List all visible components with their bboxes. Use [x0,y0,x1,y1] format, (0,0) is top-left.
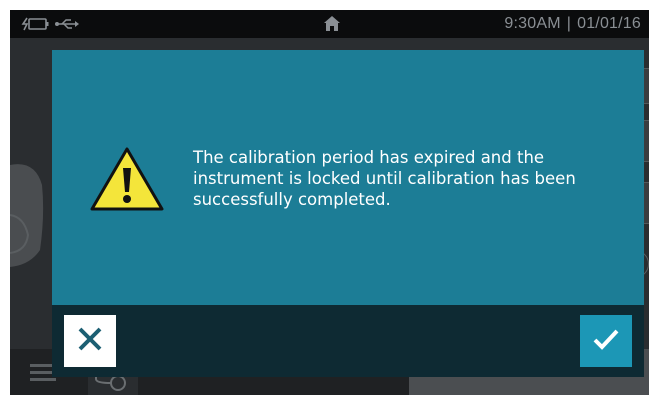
home-icon[interactable] [323,15,341,37]
dialog-footer [52,305,644,377]
usb-icon [54,16,80,37]
cancel-button[interactable] [64,315,116,367]
status-date: 01/01/16 [577,15,641,32]
device-screen: 9:30AM|01/01/16 ? [10,10,649,395]
confirm-button[interactable] [580,315,632,367]
status-time: 9:30AM [504,15,561,32]
battery-charging-icon [20,16,50,37]
hand-illustration [10,155,50,280]
warning-icon [89,146,165,217]
dialog-message: The calibration period has expired and t… [193,148,576,209]
calibration-expired-dialog: The calibration period has expired and t… [52,50,644,377]
checkmark-icon [592,327,620,356]
status-datetime: 9:30AM | 01/01/16 [504,15,641,33]
status-separator: | [566,15,572,32]
status-bar: 9:30AM | 01/01/16 [10,10,649,38]
close-icon [77,326,103,357]
